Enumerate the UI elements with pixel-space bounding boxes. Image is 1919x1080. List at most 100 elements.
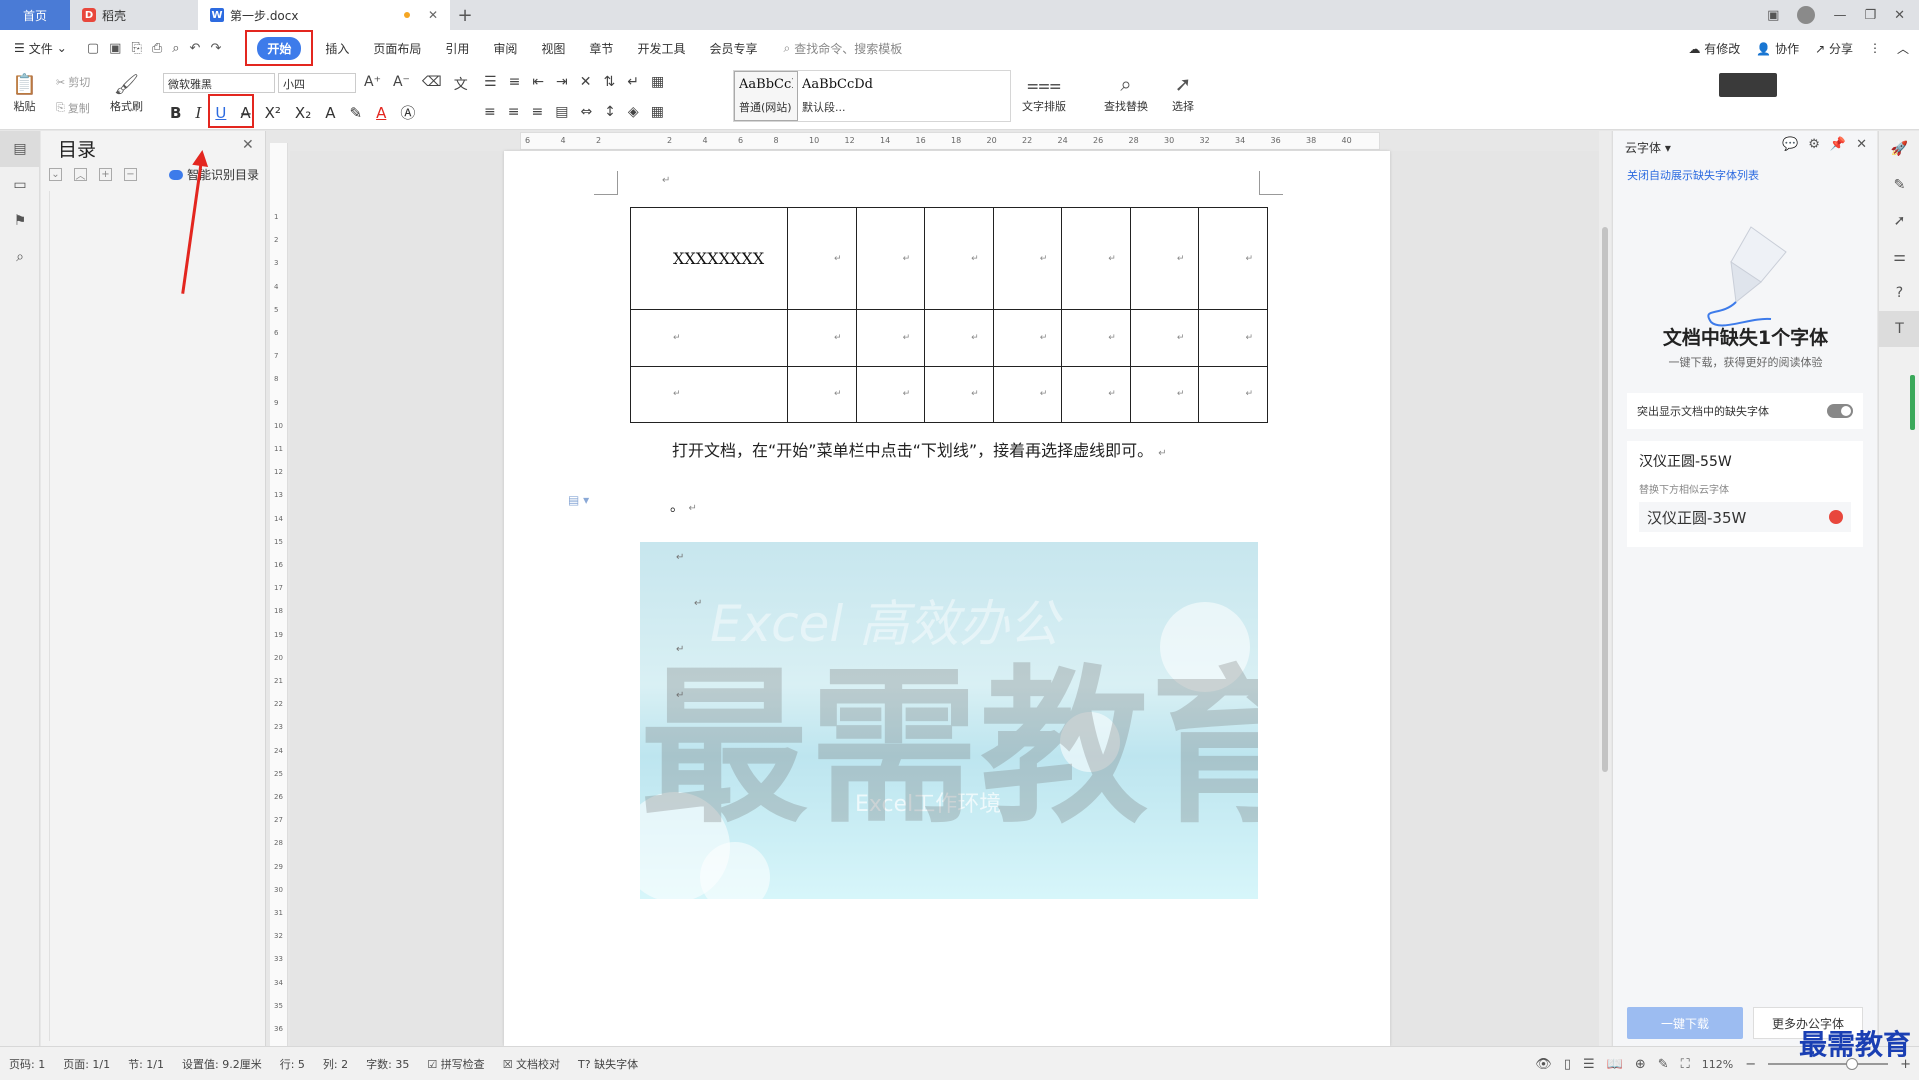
outline-view-icon[interactable]: ☰ (1583, 1057, 1595, 1072)
tab-review[interactable]: 审阅 (481, 30, 529, 66)
add-heading-icon[interactable]: + (99, 168, 112, 181)
fit-icon[interactable]: ⛶ (1681, 1057, 1690, 1072)
table-cell[interactable]: ↵ (855, 206, 926, 311)
spell-check-button[interactable]: ☑ 拼写检查 (418, 1056, 493, 1072)
pen-icon[interactable]: ✎ (1879, 167, 1919, 203)
rocket-icon[interactable]: 🚀 (1879, 131, 1919, 167)
copy-button[interactable]: ⎘ 复制 (56, 100, 90, 116)
vertical-scrollbar[interactable] (1599, 131, 1611, 1046)
distribute-icon[interactable]: ⇔ (580, 104, 592, 120)
horizontal-ruler[interactable]: 6 4 2 2 4 6 8 10 12 14 16 18 20 22 24 26 28 30 32 34 36 38 40 (520, 132, 1380, 150)
tab-start[interactable]: 开始 (257, 36, 302, 60)
table-cell[interactable]: ↵ (787, 206, 857, 311)
format-painter-button[interactable]: 🖌 格式刷 (110, 70, 143, 114)
shrink-font-icon[interactable]: A⁻ (393, 74, 410, 94)
search-nav-icon[interactable]: ⌕ (0, 239, 40, 275)
char-border-icon[interactable]: Ⓐ (400, 102, 415, 123)
chinese-layout-icon[interactable]: ✕ (580, 74, 592, 90)
shading-icon[interactable]: ◈ (628, 104, 639, 120)
font-color-icon[interactable]: A (376, 104, 386, 122)
borders-icon[interactable]: ▦ (651, 104, 664, 120)
sort-icon[interactable]: ⇅ (604, 74, 616, 90)
increase-indent-icon[interactable]: ⇥ (556, 74, 568, 90)
print-icon[interactable]: ⎙ (152, 41, 162, 56)
scrollbar-thumb[interactable] (1602, 227, 1608, 772)
font-icon[interactable]: T (1879, 311, 1919, 347)
remove-heading-icon[interactable]: − (124, 168, 137, 181)
style-default[interactable]: AaBbCcDd 默认段... (798, 71, 880, 121)
font-size-select[interactable]: 小四 (278, 73, 356, 93)
read-view-icon[interactable]: 📖 (1607, 1057, 1623, 1072)
decrease-indent-icon[interactable]: ⇤ (532, 74, 544, 90)
table-cell[interactable]: ↵ (1198, 309, 1268, 367)
status-words[interactable]: 字数: 35 (357, 1056, 418, 1072)
help-icon[interactable]: ? (1879, 275, 1919, 311)
chapter-nav-icon[interactable]: ▭ (0, 167, 40, 203)
collaborate-button[interactable]: 👤 协作 (1756, 40, 1799, 57)
clear-format-icon[interactable]: ⌫ (422, 74, 442, 94)
text-effect-icon[interactable]: A (325, 104, 335, 122)
tab-daoke[interactable]: D 稻壳 (70, 0, 198, 30)
paragraph-handle-icon[interactable]: ▤ ▾ (568, 493, 589, 507)
table-cell[interactable]: ↵ (924, 309, 994, 367)
status-section[interactable]: 节: 1/1 (119, 1056, 173, 1072)
undo-icon[interactable]: ↶ (190, 41, 201, 56)
sliders-icon[interactable]: ⚌ (1879, 239, 1919, 275)
close-tab-icon[interactable]: ✕ (428, 8, 438, 22)
zoom-level[interactable]: 112% (1702, 1058, 1733, 1071)
vertical-ruler[interactable]: 1 2 3 4 5 6 7 8 9 10 11 12 13 14 15 16 17 18 19 20 21 22 23 24 2… (270, 143, 288, 1046)
missing-font-button[interactable]: T? 缺失字体 (569, 1056, 647, 1072)
layout-icon[interactable]: ▣ (1767, 8, 1779, 23)
eye-icon[interactable]: 👁 (1535, 1057, 1552, 1072)
table-cell[interactable]: ↵ (855, 365, 926, 424)
close-icon[interactable]: ✕ (1856, 137, 1867, 152)
superscript-icon[interactable]: X² (265, 104, 281, 122)
paste-button[interactable]: 📋 粘贴 (12, 70, 37, 114)
table-cell[interactable]: ↵ (630, 365, 788, 424)
subscript-icon[interactable]: X₂ (295, 104, 311, 122)
embedded-image[interactable]: Excel 高效办公 Excel工作环境 ↵ ↵ ↵ ↵ 最需教育 (640, 542, 1258, 899)
close-auto-list-link[interactable]: 关闭自动展示缺失字体列表 (1627, 167, 1759, 183)
avatar[interactable] (1797, 6, 1816, 24)
export-icon[interactable]: ⎘ (131, 41, 141, 56)
similar-font-option[interactable]: 汉仪正圆-35W (1639, 502, 1851, 532)
table-cell[interactable]: ↵ (1129, 309, 1200, 367)
show-marks-icon[interactable]: ↵ (627, 74, 639, 90)
table-cell[interactable]: ↵ (992, 206, 1063, 311)
align-right-icon[interactable]: ≡ (531, 104, 543, 120)
tab-insert[interactable]: 插入 (313, 30, 361, 66)
save-icon[interactable]: ▣ (109, 41, 121, 56)
table-cell[interactable]: ↵ (924, 365, 994, 424)
tab-chapter[interactable]: 章节 (577, 30, 625, 66)
tab-document[interactable]: W 第一步.docx ✕ (198, 0, 450, 30)
table-cell[interactable]: ↵ (787, 365, 857, 424)
document-table[interactable]: XXXXXXXX ↵ ↵ ↵ ↵ ↵ ↵ ↵ ↵ ↵ ↵ ↵ ↵ ↵ ↵ ↵ ↵ ↵ ↵ ↵ ↵ ↵ ↵ ↵ (630, 206, 1268, 424)
pointer-icon[interactable]: ➚ (1879, 203, 1919, 239)
align-left-icon[interactable]: ≡ (484, 104, 496, 120)
select-button[interactable]: ➚ 选择 (1172, 70, 1194, 114)
tab-home[interactable]: 首页 (0, 0, 70, 30)
bullet-list-icon[interactable]: ☰ (484, 74, 497, 90)
justify-icon[interactable]: ▤ (555, 104, 568, 120)
download-all-button[interactable]: 一键下载 (1627, 1007, 1743, 1039)
command-search[interactable]: ⌕ 查找命令、搜索模板 (783, 40, 902, 57)
settings-icon[interactable]: ⚙ (1808, 137, 1820, 152)
tab-member[interactable]: 会员专享 (697, 30, 769, 66)
file-menu[interactable]: ☰ 文件 ⌄ (0, 40, 77, 57)
close-icon[interactable]: ✕ (242, 137, 254, 153)
table-cell[interactable]: ↵ (1061, 309, 1131, 367)
phonetic-icon[interactable]: 文 (454, 74, 468, 94)
write-view-icon[interactable]: ✎ (1658, 1057, 1669, 1072)
restore-icon[interactable]: ❐ (1864, 8, 1876, 23)
cloud-font-header[interactable]: 云字体 ▾ (1625, 139, 1671, 156)
bold-icon[interactable]: B (170, 104, 181, 122)
find-replace-button[interactable]: ⌕ 查找替换 (1104, 70, 1148, 114)
numbered-list-icon[interactable]: ≡ (509, 74, 521, 90)
table-cell[interactable]: ↵ (1198, 206, 1268, 311)
table-cell[interactable]: ↵ (1061, 206, 1131, 311)
table-tools-icon[interactable]: ▦ (651, 74, 664, 90)
page-view-icon[interactable]: ▯ (1564, 1057, 1571, 1072)
zoom-slider[interactable] (1768, 1058, 1889, 1070)
collapse-ribbon-icon[interactable]: ︿ (1897, 40, 1909, 57)
table-cell[interactable]: ↵ (992, 309, 1063, 367)
